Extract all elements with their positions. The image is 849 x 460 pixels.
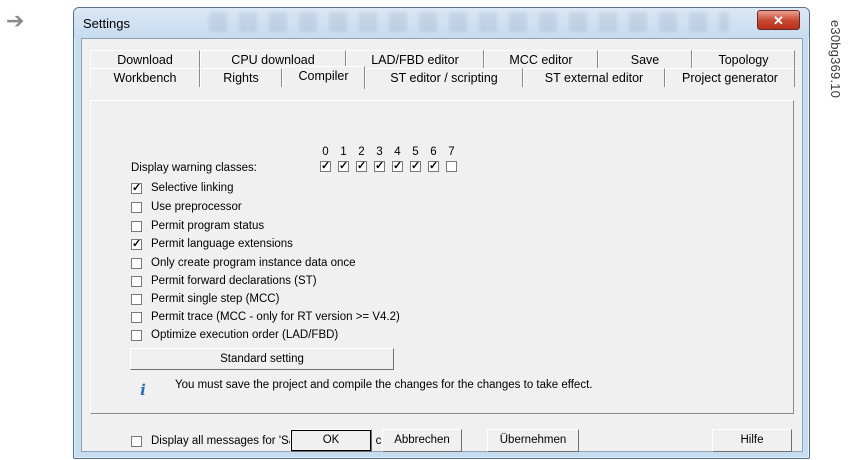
option-label: Selective linking [151,182,234,194]
warning-class-checkbox[interactable] [446,161,457,172]
ok-button[interactable]: OK [290,429,372,452]
option-label: Optimize execution order (LAD/FBD) [151,329,339,341]
tab-workbench[interactable]: Workbench [90,68,200,87]
dialog-client-area: Download CPU download LAD/FBD editor MCC… [81,38,803,452]
option-label: Permit forward declarations (ST) [151,275,317,287]
option-checkbox[interactable] [131,312,142,323]
warning-class-checkbox[interactable]: ✓ [428,161,439,172]
document-arrow-icon: ➔ [6,8,25,33]
tab-compiler[interactable]: Compiler [282,66,365,89]
tab-st-editor-scripting[interactable]: ST editor / scripting [365,68,523,87]
blurred-background [209,12,729,32]
tab-rights[interactable]: Rights [200,68,282,87]
warning-class-number: 3 [376,146,383,158]
window-title: Settings [83,16,130,31]
option-checkbox[interactable] [131,436,142,447]
tab-save[interactable]: Save [598,50,692,69]
option-checkbox[interactable] [131,221,142,232]
option-label: Use preprocessor [151,201,242,213]
tab-lad-fbd-editor[interactable]: LAD/FBD editor [346,50,484,69]
option-checkbox[interactable] [131,276,142,287]
compiler-panel: Display warning classes: 0 1 2 3 4 5 6 7… [90,100,794,447]
warning-class-checkbox[interactable]: ✓ [320,161,331,172]
option-checkbox[interactable] [131,258,142,269]
close-button[interactable]: ✕ [757,10,800,30]
info-icon: i [140,381,146,399]
option-checkbox[interactable] [131,294,142,305]
standard-setting-button[interactable]: Standard setting [130,348,394,370]
warning-class-number: 4 [394,146,401,158]
option-checkbox[interactable]: ✓ [131,183,142,194]
option-label: Permit single step (MCC) [151,293,280,305]
warning-classes-label: Display warning classes: [131,162,257,174]
warning-class-checkbox[interactable]: ✓ [356,161,367,172]
warning-class-number: 5 [412,146,419,158]
warning-class-number: 2 [358,146,365,158]
warning-class-number: 1 [340,146,347,158]
warning-class-checkbox[interactable]: ✓ [338,161,349,172]
warning-class-checkbox[interactable]: ✓ [392,161,403,172]
warning-class-number: 0 [322,146,329,158]
tab-st-external-editor[interactable]: ST external editor [523,68,665,87]
close-icon: ✕ [773,13,784,28]
warning-class-checkbox[interactable]: ✓ [410,161,421,172]
apply-button[interactable]: Übernehmen [487,429,579,452]
warning-class-number: 6 [430,146,437,158]
tab-download[interactable]: Download [90,50,200,69]
option-label: Permit language extensions [151,238,293,250]
title-bar[interactable]: Settings ✕ [74,8,809,38]
option-checkbox[interactable] [131,202,142,213]
tab-mcc-editor[interactable]: MCC editor [484,50,598,69]
option-label: Display all messages for 'Save and compi… [151,435,422,447]
option-checkbox[interactable] [131,330,142,341]
tab-project-generator[interactable]: Project generator [665,68,795,87]
warning-class-number: 7 [448,146,455,158]
option-checkbox[interactable]: ✓ [131,239,142,250]
settings-dialog: Settings ✕ Download CPU download LAD/FBD… [73,7,810,459]
tab-topology[interactable]: Topology [692,50,795,69]
help-button[interactable]: Hilfe [712,429,792,452]
cancel-button[interactable]: Abbrechen [382,429,462,452]
option-label: Permit trace (MCC - only for RT version … [151,311,400,323]
option-label: Permit program status [151,220,265,232]
warning-class-checkbox[interactable]: ✓ [374,161,385,172]
info-message: You must save the project and compile th… [175,379,593,391]
option-label: Only create program instance data once [151,257,356,269]
